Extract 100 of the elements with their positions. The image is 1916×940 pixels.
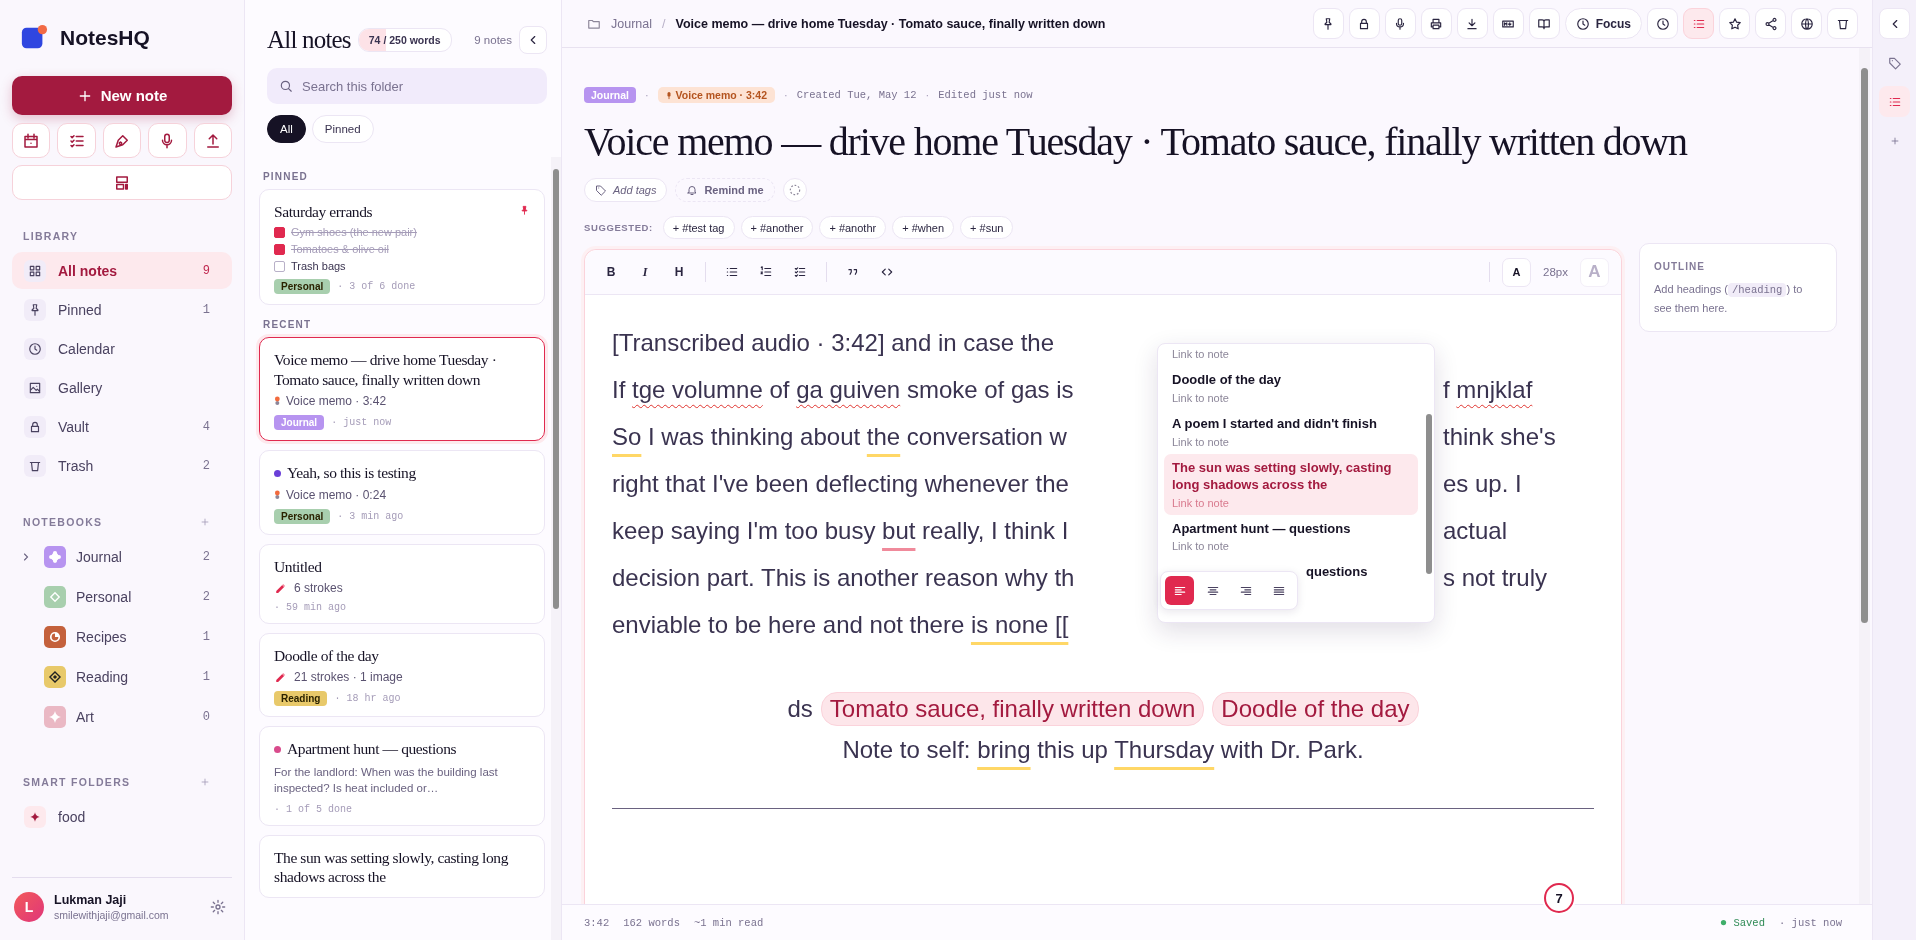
menu-item[interactable]: Link to note <box>1164 346 1418 366</box>
paragraph-text: right that I've been deflecting whenever the <box>612 469 1070 498</box>
note-card[interactable]: The sun was setting slowly, casting long shadows across the <box>259 834 545 898</box>
note-link[interactable]: Doodle of the day <box>1212 692 1419 726</box>
note-card[interactable]: Saturday errands Gym shoes (the new pair) Tomatoes & olive oil Trash bags Personal · 3 of 6 done <box>259 189 545 306</box>
note-card[interactable]: Untitled 6 strokes · 59 min ago <box>259 543 545 624</box>
cursor-position: 3:42 <box>584 916 610 929</box>
note-meta: · 3 of 6 done <box>337 281 416 293</box>
nav-item[interactable]: Pinned 1 <box>12 291 232 328</box>
globe-icon <box>1799 16 1814 31</box>
note-title: Doodle of the day <box>274 645 380 666</box>
smart-folder-item[interactable]: food <box>12 798 232 835</box>
markdown-button[interactable] <box>1492 8 1524 39</box>
upload-button[interactable] <box>193 123 233 158</box>
note-card[interactable]: Voice memo — drive home Tuesday · Tomato sauce, finally written down Voice memo · 3:42 Journal · just now <box>259 337 545 442</box>
bulleted-list-icon <box>725 265 739 279</box>
reading-time: ~1 min read <box>693 916 764 929</box>
note-title: Voice memo — drive home Tuesday · Tomato sauce, finally written down <box>584 118 1689 166</box>
suggested-tag[interactable]: + #test tag <box>662 216 735 239</box>
note-subtitle: Voice memo · 0:24 <box>286 487 387 502</box>
nav-item[interactable]: Gallery <box>12 369 232 406</box>
star-button[interactable] <box>1719 8 1750 39</box>
note-count: 9 notes <box>473 34 512 46</box>
checklist-text: Tomatoes & olive oil <box>291 243 389 256</box>
menu-item[interactable]: Doodle of the day Link to note <box>1164 366 1418 410</box>
suggested-tag[interactable]: + #sun <box>960 216 1014 239</box>
nav-item[interactable]: Calendar <box>12 330 232 367</box>
menu-item[interactable]: Apartment hunt — questions Link to note <box>1164 514 1418 559</box>
pen-button[interactable] <box>102 123 142 158</box>
breadcrumb-link[interactable]: Journal <box>611 16 652 31</box>
suggested-tag[interactable]: + #another <box>740 216 814 239</box>
pencil-icon <box>274 671 286 684</box>
font-size: 28px <box>1543 266 1568 278</box>
suggested-tag[interactable]: + #anothr <box>819 216 887 239</box>
menu-item[interactable]: questions <box>1302 558 1376 588</box>
note-card[interactable]: Apartment hunt — questions For the landlord: When was the building last inspected? Is heat included or… · 1 of 5 done <box>259 726 545 826</box>
note-card[interactable]: Yeah, so this is testing Voice memo · 0:24 Personal · 3 min ago <box>259 450 545 535</box>
note-title: Yeah, so this is testing <box>287 463 417 483</box>
share-button[interactable] <box>1755 8 1786 39</box>
microphone-icon <box>665 90 672 100</box>
checkbox[interactable] <box>274 243 285 255</box>
menu-item-subtitle: Link to note <box>1172 348 1230 360</box>
layout-icon <box>113 173 131 192</box>
avatar: L <box>14 892 44 922</box>
suggested-tag[interactable]: + #when <box>892 216 955 239</box>
nav-item[interactable]: Vault 4 <box>12 408 232 445</box>
focus-button[interactable]: Focus <box>1564 8 1642 39</box>
align-left-button[interactable] <box>1165 576 1194 605</box>
add-tags-button[interactable]: Add tags <box>584 178 668 202</box>
filter-chip[interactable]: All <box>267 115 306 143</box>
tag-icon <box>595 184 607 196</box>
bold-button[interactable]: B <box>597 258 625 286</box>
lock-icon <box>28 419 42 434</box>
calendar-button[interactable] <box>12 123 51 158</box>
note-card[interactable]: Doodle of the day 21 strokes · 1 image Reading · 18 hr ago <box>259 632 545 718</box>
notebook-item[interactable]: Art 0 <box>12 698 232 736</box>
print-button[interactable] <box>1420 8 1452 39</box>
paragraph-text: enviable to be here and not there is none [[ <box>612 610 1070 639</box>
note-subtitle: Voice memo · 3:42 <box>286 394 387 409</box>
paragraph-text: So I was thinking about the conversation w <box>612 422 1068 451</box>
paragraph-text: s not truly <box>1443 563 1549 592</box>
scrollbar[interactable] <box>551 157 561 940</box>
notebook-item[interactable]: Recipes 1 <box>12 618 232 656</box>
nav-item[interactable]: Trash 2 <box>12 447 232 484</box>
menu-item[interactable]: The sun was setting slowly, casting long shadows across the Link to note <box>1164 453 1418 515</box>
plus-icon <box>200 517 210 527</box>
checklist-button[interactable] <box>57 123 96 158</box>
notebook-tag: Personal <box>274 508 331 524</box>
filter-chip[interactable]: Pinned <box>311 115 374 143</box>
lock-button[interactable] <box>1348 8 1380 39</box>
notebook-item[interactable]: Personal 2 <box>12 578 232 616</box>
italic-button[interactable]: I <box>631 258 659 286</box>
scrollbar[interactable] <box>1859 48 1870 904</box>
pin-button[interactable] <box>1312 8 1344 39</box>
menu-item[interactable]: A poem I started and didn't finish Link to note <box>1164 409 1418 454</box>
checkbox[interactable] <box>274 226 285 238</box>
notification-badge[interactable]: 7 <box>1544 883 1574 913</box>
trash-button[interactable] <box>1827 8 1858 39</box>
paragraph-text: think she's <box>1443 422 1557 451</box>
new-note-button[interactable]: New note <box>12 76 232 115</box>
checklist-text: Gym shoes (the new pair) <box>291 226 417 239</box>
smaller-font-button[interactable]: A <box>1502 257 1532 287</box>
book-button[interactable] <box>1528 8 1560 39</box>
nav-item[interactable]: All notes 9 <box>12 252 232 289</box>
calendar-icon <box>22 131 41 150</box>
download-button[interactable] <box>1456 8 1488 39</box>
microphone-button[interactable] <box>148 123 187 158</box>
notebook-item[interactable]: Reading 1 <box>12 658 232 696</box>
notebook-item[interactable]: Journal 2 <box>12 538 232 576</box>
note-subtitle: 21 strokes · 1 image <box>294 670 403 685</box>
mic-button[interactable] <box>1384 8 1416 39</box>
paragraph-text: actual <box>1443 516 1509 545</box>
search-field[interactable]: Search this folder <box>267 68 547 104</box>
status-dot <box>1720 919 1728 926</box>
note-link[interactable]: Tomato sauce, finally written down <box>820 692 1205 726</box>
history-button[interactable] <box>1647 8 1678 39</box>
globe-button[interactable] <box>1791 8 1822 39</box>
heading-button[interactable]: H <box>665 258 693 286</box>
checkbox[interactable] <box>274 260 285 272</box>
menu-item-subtitle: Link to note <box>1172 496 1230 509</box>
